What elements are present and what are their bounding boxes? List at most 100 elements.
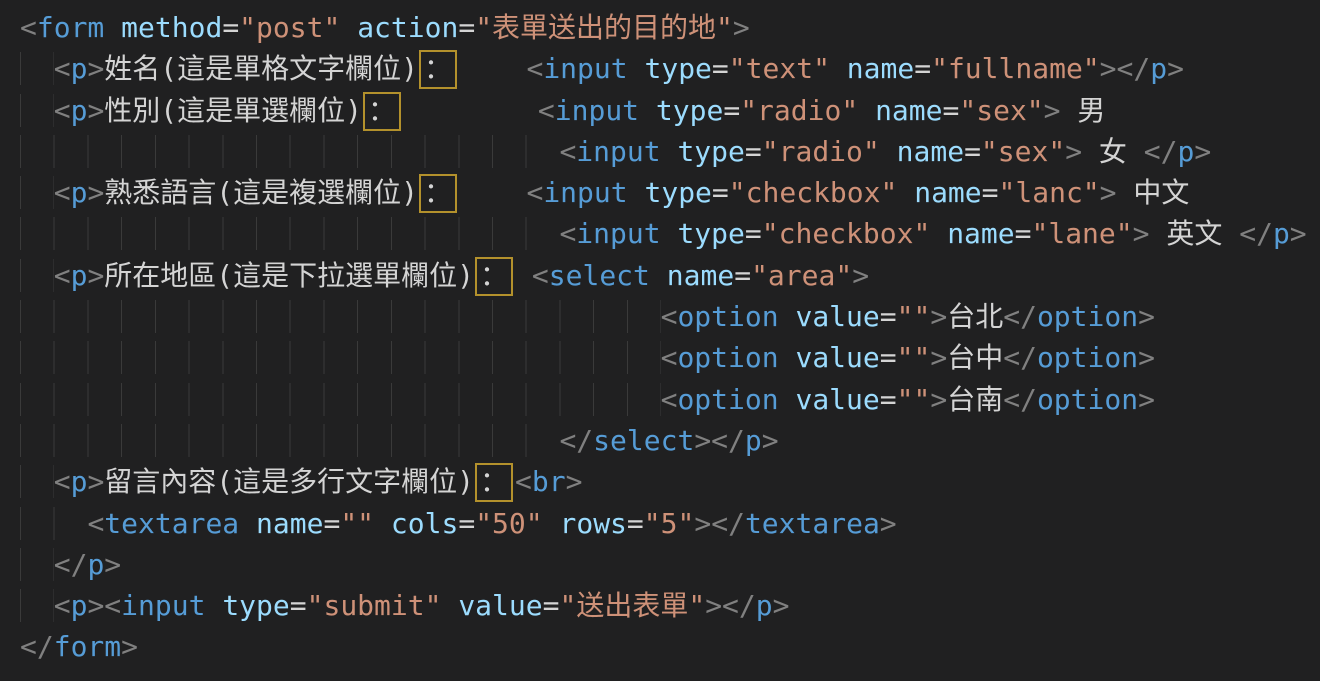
code-token: name	[667, 259, 734, 292]
code-line[interactable]: <p>性別(這是單選欄位)： <input type="radio" name=…	[20, 90, 1320, 131]
code-token: 台南	[947, 383, 1003, 416]
code-token: form	[54, 630, 121, 663]
code-token: </	[559, 424, 593, 457]
code-token: <	[661, 341, 678, 374]
code-token: br	[532, 465, 566, 498]
code-token: >	[87, 52, 104, 85]
code-token: ></	[1100, 52, 1151, 85]
indent-guides	[20, 217, 559, 250]
code-token: "sex"	[981, 135, 1065, 168]
code-line[interactable]: <textarea name="" cols="50" rows="5"></t…	[20, 503, 1320, 544]
code-token: </	[1003, 300, 1037, 333]
code-token: ""	[340, 507, 374, 540]
code-token: p	[745, 424, 762, 457]
code-line[interactable]: <p>熟悉語言(這是複選欄位)： <input type="checkbox" …	[20, 172, 1320, 213]
code-token: option	[677, 383, 778, 416]
code-token: 台中	[947, 341, 1003, 374]
code-token: action	[357, 11, 458, 44]
code-token: type	[677, 135, 744, 168]
code-line[interactable]: </p>	[20, 544, 1320, 585]
indent-guides	[20, 383, 661, 416]
code-token: 英文	[1150, 217, 1240, 250]
code-token: ""	[897, 300, 931, 333]
code-token: 姓名(這是單格文字欄位)	[104, 52, 418, 85]
code-line[interactable]: </form>	[20, 626, 1320, 667]
code-token	[779, 383, 796, 416]
code-token	[340, 11, 357, 44]
code-token: >	[880, 507, 897, 540]
code-token: ><	[87, 589, 121, 622]
indent-guides	[20, 52, 54, 85]
indent-guides	[20, 507, 87, 540]
code-token	[104, 11, 121, 44]
code-token	[543, 507, 560, 540]
code-token	[661, 217, 678, 250]
code-token: </	[1144, 135, 1178, 168]
code-token: name	[256, 507, 323, 540]
code-token: 所在地區(這是下拉選單欄位)	[104, 259, 474, 292]
code-token: =	[290, 589, 307, 622]
indent-guides	[20, 424, 559, 457]
code-token: value	[795, 383, 879, 416]
code-token	[880, 135, 897, 168]
code-line[interactable]: <p>留言內容(這是多行文字欄位)：<br>	[20, 461, 1320, 502]
code-token: </	[1003, 383, 1037, 416]
unicode-highlight-colon: ：	[363, 92, 401, 131]
code-token: >	[930, 383, 947, 416]
code-token: type	[644, 52, 711, 85]
code-token: <	[559, 135, 576, 168]
code-token: "checkbox"	[762, 217, 931, 250]
code-token: "checkbox"	[729, 176, 898, 209]
code-line[interactable]: <input type="checkbox" name="lane"> 英文 <…	[20, 213, 1320, 254]
code-token: p	[71, 52, 88, 85]
code-token	[650, 259, 667, 292]
code-token: <	[54, 94, 71, 127]
code-token: <	[538, 94, 555, 127]
code-token: form	[37, 11, 104, 44]
code-token: <	[532, 259, 549, 292]
code-token: =	[222, 11, 239, 44]
code-token: >	[930, 341, 947, 374]
code-line[interactable]: <p>所在地區(這是下拉選單欄位)： <select name="area">	[20, 255, 1320, 296]
code-token: 男	[1061, 94, 1106, 127]
code-token	[403, 94, 538, 127]
code-token: <	[661, 383, 678, 416]
code-token: >	[1290, 217, 1307, 250]
code-token: <	[661, 300, 678, 333]
code-token: </	[1239, 217, 1273, 250]
code-line[interactable]: <form method="post" action="表單送出的目的地">	[20, 7, 1320, 48]
code-token: p	[71, 259, 88, 292]
code-token: textarea	[104, 507, 239, 540]
code-token	[639, 94, 656, 127]
code-token: ></	[694, 424, 745, 457]
code-token: "text"	[729, 52, 830, 85]
code-editor[interactable]: <form method="post" action="表單送出的目的地"> <…	[0, 0, 1320, 681]
code-token	[830, 52, 847, 85]
code-token: >	[733, 11, 750, 44]
code-line[interactable]: </select></p>	[20, 420, 1320, 461]
code-token: >	[121, 630, 138, 663]
indent-guides	[20, 259, 54, 292]
code-line[interactable]: <input type="radio" name="sex"> 女 </p>	[20, 131, 1320, 172]
code-line[interactable]: <option value="">台南</option>	[20, 379, 1320, 420]
code-token: 性別(這是單選欄位)	[104, 94, 362, 127]
code-token: cols	[391, 507, 458, 540]
code-token: 留言內容(這是多行文字欄位)	[104, 465, 474, 498]
code-token: =	[323, 507, 340, 540]
code-token: rows	[559, 507, 626, 540]
code-token: p	[71, 465, 88, 498]
code-token: >	[1044, 94, 1061, 127]
code-line[interactable]: <option value="">台中</option>	[20, 337, 1320, 378]
code-token	[858, 94, 875, 127]
code-line[interactable]: <option value="">台北</option>	[20, 296, 1320, 337]
code-line[interactable]: <p><input type="submit" value="送出表單"></p…	[20, 585, 1320, 626]
code-token: type	[222, 589, 289, 622]
code-token: "radio"	[740, 94, 858, 127]
code-token: 台北	[947, 300, 1003, 333]
code-token: type	[656, 94, 723, 127]
code-line[interactable]: <p>姓名(這是單格文字欄位)： <input type="text" name…	[20, 48, 1320, 89]
code-token: <	[559, 217, 576, 250]
indent-guides	[20, 300, 661, 333]
code-token: </	[1003, 341, 1037, 374]
code-token: =	[880, 341, 897, 374]
